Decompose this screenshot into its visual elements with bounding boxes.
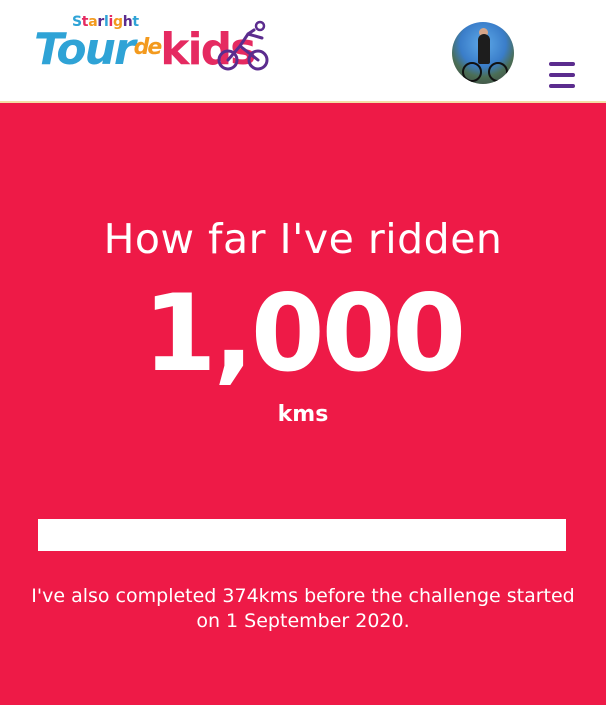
distance-value: 1,000 xyxy=(142,272,466,395)
avatar-wheel xyxy=(462,62,482,82)
avatar-rider-body xyxy=(478,34,490,64)
prior-distance-note: I've also completed 374kms before the ch… xyxy=(31,585,575,632)
user-avatar[interactable] xyxy=(452,22,514,84)
avatar-wheel xyxy=(488,62,508,82)
progress-bar xyxy=(38,519,566,551)
site-header: Starlight Tourdekids xyxy=(0,0,606,103)
progress-bar-fill xyxy=(38,519,566,551)
starlight-tour-de-kids-logo[interactable]: Starlight Tourdekids xyxy=(34,14,274,84)
hamburger-menu-icon[interactable] xyxy=(546,60,578,92)
distance-hero: How far I've ridden 1,000 kms I've also … xyxy=(0,103,606,705)
bike-rider-icon xyxy=(217,20,269,71)
distance-unit: kms xyxy=(277,402,329,427)
hero-title: How far I've ridden xyxy=(103,215,503,263)
